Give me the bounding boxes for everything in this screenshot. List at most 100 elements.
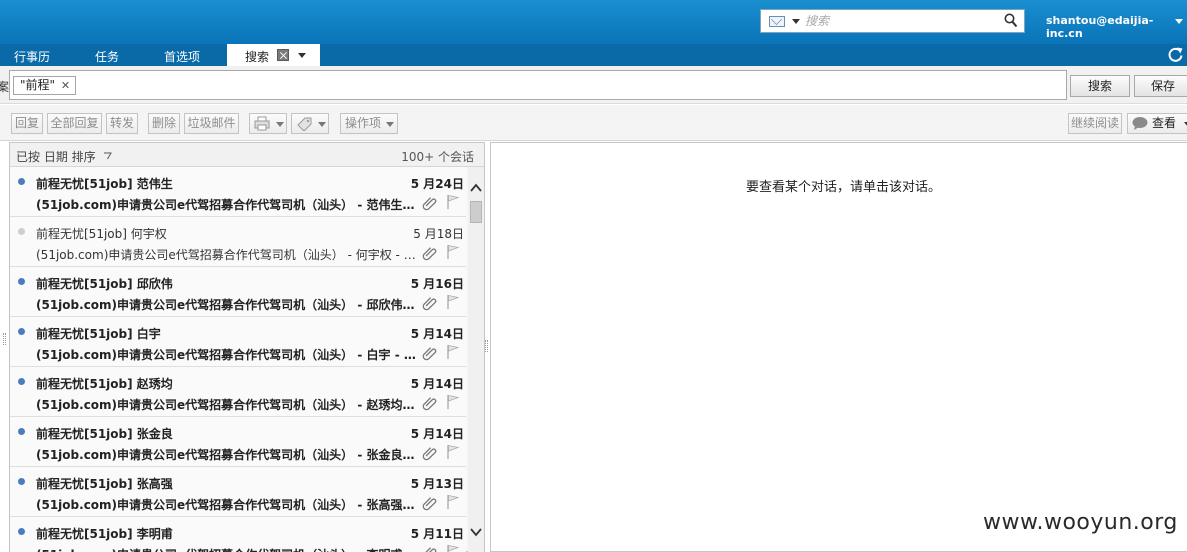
conversation-row[interactable]: 前程无忧[51job] 何宇权 5 月18日 (51job.com)申请贵公司e… xyxy=(10,217,466,267)
flag-icon[interactable] xyxy=(446,194,460,210)
attachment-paperclip-icon xyxy=(422,297,437,311)
conversation-sender: 前程无忧[51job] 范伟生 xyxy=(36,177,173,191)
chevron-down-icon xyxy=(386,122,394,127)
view-menu-button[interactable]: 查看 xyxy=(1127,113,1187,134)
actions-menu-button[interactable]: 操作项 xyxy=(340,113,398,134)
watermark-text: www.wooyun.org xyxy=(983,510,1178,535)
search-button[interactable]: 搜索 xyxy=(1070,75,1130,97)
tab-menu-chevron-icon[interactable] xyxy=(298,53,306,58)
refresh-icon[interactable] xyxy=(1167,46,1184,63)
print-button[interactable] xyxy=(249,113,287,134)
mail-envelope-icon[interactable] xyxy=(769,16,785,27)
unread-indicator-icon[interactable] xyxy=(18,528,25,535)
reply-all-button[interactable]: 全部回复 xyxy=(47,113,102,134)
junk-button[interactable]: 垃圾邮件 xyxy=(184,113,239,134)
unread-indicator-icon[interactable] xyxy=(18,328,25,335)
conversation-row[interactable]: 前程无忧[51job] 邱欣伟 5 月16日 (51job.com)申请贵公司e… xyxy=(10,267,466,317)
conversation-row[interactable]: 前程无忧[51job] 张高强 5 月13日 (51job.com)申请贵公司e… xyxy=(10,467,466,517)
conversation-subject: (51job.com)申请贵公司e代驾招募合作代驾司机（汕头） - 邱欣伟 - … xyxy=(36,298,416,312)
tab-tasks[interactable]: 任务 xyxy=(95,48,119,65)
flag-icon[interactable] xyxy=(446,544,460,552)
conversation-row[interactable]: 前程无忧[51job] 张金良 5 月14日 (51job.com)申请贵公司e… xyxy=(10,417,466,467)
conversation-sender: 前程无忧[51job] 何宇权 xyxy=(36,227,167,241)
splitter-grip-icon[interactable] xyxy=(485,340,488,352)
scroll-down-icon[interactable] xyxy=(470,527,482,537)
message-toolbar: 回复 全部回复 转发 删除 垃圾邮件 操作项 继续阅读 查看 xyxy=(0,105,1187,141)
search-icon[interactable] xyxy=(1004,13,1018,29)
global-search-box[interactable] xyxy=(760,9,1025,33)
flag-icon[interactable] xyxy=(446,344,460,360)
printer-icon xyxy=(254,116,270,131)
speech-bubble-icon xyxy=(1132,117,1148,130)
close-tab-icon[interactable] xyxy=(277,49,289,61)
delete-button[interactable]: 删除 xyxy=(148,113,180,134)
scrollbar-thumb[interactable] xyxy=(470,201,482,223)
unread-indicator-icon[interactable] xyxy=(18,178,25,185)
chevron-down-icon[interactable] xyxy=(1175,19,1183,24)
attachment-paperclip-icon xyxy=(422,247,437,261)
user-account-name[interactable]: shantou@edaijia-inc.cn xyxy=(1046,14,1187,40)
tag-icon xyxy=(297,117,312,131)
attachment-paperclip-icon xyxy=(425,547,437,552)
top-bar: shantou@edaijia-inc.cn xyxy=(0,0,1187,44)
conversation-row[interactable]: 前程无忧[51job] 白宇 5 月14日 (51job.com)申请贵公司e代… xyxy=(10,317,466,367)
reply-button[interactable]: 回复 xyxy=(11,113,43,134)
conversation-subject: (51job.com)申请贵公司e代驾招募合作代驾司机（汕头） - 张金良 - … xyxy=(36,448,416,462)
attachment-paperclip-icon xyxy=(422,497,437,511)
tab-calendar[interactable]: 行事历 xyxy=(14,48,50,65)
forward-button[interactable]: 转发 xyxy=(106,113,138,134)
conversation-sender: 前程无忧[51job] 张高强 xyxy=(36,477,173,491)
sort-label: 已按 日期 排序 xyxy=(16,150,96,164)
unread-indicator-icon[interactable] xyxy=(18,428,25,435)
conversation-row[interactable]: 前程无忧[51job] 李明甫 5 月11日 (51job.com)申请贵公司e… xyxy=(10,517,466,552)
conversation-subject: (51job.com)申请贵公司e代驾招募合作代驾司机（汕头） - 白宇 - 应… xyxy=(36,348,416,362)
app-tab-bar: 行事历 任务 首选项 搜索 xyxy=(0,44,1187,66)
unread-indicator-icon[interactable] xyxy=(18,228,25,235)
tab-search[interactable]: 搜索 xyxy=(227,44,320,66)
conversation-rows: 前程无忧[51job] 范伟生 5 月24日 (51job.com)申请贵公司e… xyxy=(10,167,466,552)
sort-direction-icon xyxy=(104,152,113,160)
attachment-paperclip-icon xyxy=(422,397,437,411)
reading-pane: 要查看某个对话，请单击该对话。 xyxy=(490,142,1187,552)
flag-icon[interactable] xyxy=(446,294,460,310)
search-scope-dropdown-icon[interactable] xyxy=(792,19,800,24)
conversation-row[interactable]: 前程无忧[51job] 范伟生 5 月24日 (51job.com)申请贵公司e… xyxy=(10,167,466,217)
conversation-list-pane: 已按 日期 排序 100+ 个会话 前程无忧[51job] 范伟生 5 月24日… xyxy=(9,142,485,552)
conversation-subject: (51job.com)申请贵公司e代驾招募合作代驾司机（汕头） - 范伟生 - … xyxy=(36,198,416,212)
flag-icon[interactable] xyxy=(446,394,460,410)
conversation-sender: 前程无忧[51job] 邱欣伟 xyxy=(36,277,173,291)
tab-search-label: 搜索 xyxy=(245,50,270,64)
unread-indicator-icon[interactable] xyxy=(18,378,25,385)
flag-icon[interactable] xyxy=(446,244,460,260)
conversation-date: 5 月11日 xyxy=(410,527,464,541)
actions-menu-label: 操作项 xyxy=(345,116,382,130)
chevron-down-icon xyxy=(276,122,284,127)
conversation-row[interactable]: 前程无忧[51job] 赵琇均 5 月14日 (51job.com)申请贵公司e… xyxy=(10,367,466,417)
conversation-sender: 前程无忧[51job] 赵琇均 xyxy=(36,377,173,391)
splitter-grip-icon[interactable] xyxy=(3,333,6,345)
search-query-bar: 案: "前程" ✕ 搜索 保存 xyxy=(0,66,1187,104)
sort-menu[interactable]: 已按 日期 排序 xyxy=(16,148,113,165)
save-search-button[interactable]: 保存 xyxy=(1134,75,1187,97)
conversation-sender: 前程无忧[51job] 白宇 xyxy=(36,327,161,341)
attachment-paperclip-icon xyxy=(422,447,437,461)
conversation-sender: 前程无忧[51job] 李明甫 xyxy=(36,527,173,541)
tab-preferences[interactable]: 首选项 xyxy=(164,48,200,65)
flag-icon[interactable] xyxy=(446,494,460,510)
continue-reading-button[interactable]: 继续阅读 xyxy=(1068,113,1122,134)
scroll-up-icon[interactable] xyxy=(470,183,482,193)
conversation-subject: (51job.com)申请贵公司e代驾招募合作代驾司机（汕头） - 张高强 - … xyxy=(36,498,416,512)
query-chip[interactable]: "前程" ✕ xyxy=(13,76,77,95)
conversation-date: 5 月14日 xyxy=(410,327,464,341)
list-scrollbar[interactable] xyxy=(468,167,484,552)
unread-indicator-icon[interactable] xyxy=(18,278,25,285)
tag-button[interactable] xyxy=(291,113,329,134)
global-search-input[interactable] xyxy=(805,12,1000,30)
unread-indicator-icon[interactable] xyxy=(18,478,25,485)
query-field[interactable]: "前程" ✕ xyxy=(9,70,1067,100)
remove-chip-icon[interactable]: ✕ xyxy=(61,77,70,94)
conversation-date: 5 月14日 xyxy=(410,427,464,441)
flag-icon[interactable] xyxy=(446,444,460,460)
conversation-count: 100+ 个会话 xyxy=(401,150,474,164)
conversation-date: 5 月14日 xyxy=(410,377,464,391)
